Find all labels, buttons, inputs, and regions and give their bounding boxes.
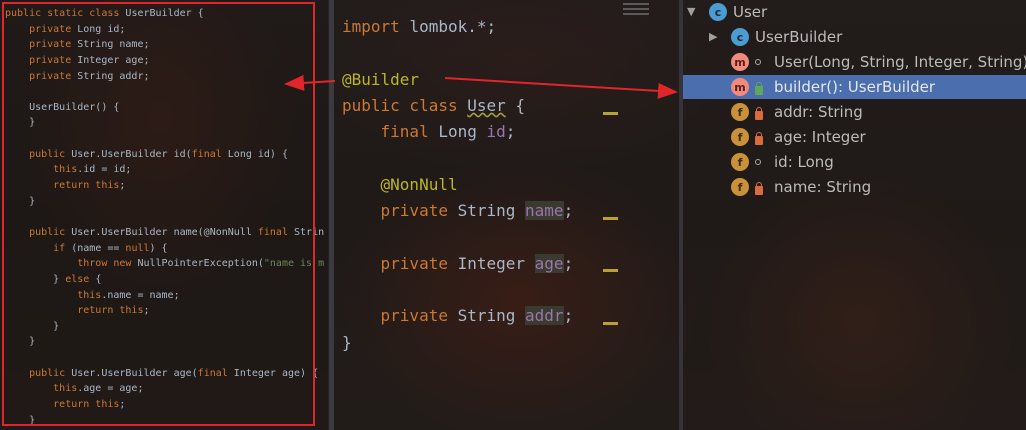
annotation-arrows	[284, 74, 678, 99]
arrow-to-builder-class	[284, 74, 336, 91]
arrow-to-builder-method	[444, 77, 678, 99]
